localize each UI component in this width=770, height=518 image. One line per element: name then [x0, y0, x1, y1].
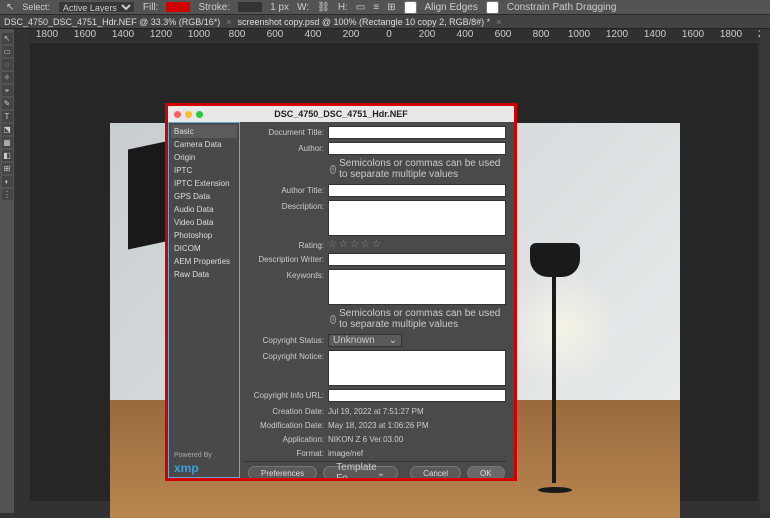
- author-label: Author:: [244, 142, 324, 153]
- doc-title-label: Document Title:: [244, 126, 324, 137]
- copyright-notice-input[interactable]: [328, 350, 506, 386]
- info-icon: i: [330, 315, 336, 324]
- xmp-logo: xmp: [171, 461, 237, 475]
- dialog-titlebar[interactable]: DSC_4750_DSC_4751_Hdr.NEF: [168, 106, 514, 122]
- chevron-down-icon: ⌄: [377, 468, 385, 479]
- description-input[interactable]: [328, 200, 506, 236]
- tool-button[interactable]: ⋮: [2, 189, 13, 200]
- tab-doc-1[interactable]: DSC_4750_DSC_4751_Hdr.NEF @ 33.3% (RGB/1…: [4, 17, 220, 27]
- align-edges-label: Align Edges: [425, 2, 478, 13]
- category-origin[interactable]: Origin: [171, 151, 237, 164]
- tool-button[interactable]: ⊞: [2, 163, 13, 174]
- category-basic[interactable]: Basic: [171, 125, 237, 138]
- copyright-status-select[interactable]: Unknown⌄: [328, 334, 402, 347]
- tool-button[interactable]: ✎: [2, 98, 13, 109]
- keywords-input[interactable]: [328, 269, 506, 305]
- tool-button[interactable]: ↖: [2, 33, 13, 44]
- copyright-status-label: Copyright Status:: [244, 334, 324, 345]
- select-label: Select:: [22, 2, 50, 12]
- category-camera-data[interactable]: Camera Data: [171, 138, 237, 151]
- fill-label: Fill:: [143, 2, 159, 13]
- fill-swatch[interactable]: [166, 2, 190, 12]
- category-audio-data[interactable]: Audio Data: [171, 203, 237, 216]
- right-panel-strip[interactable]: [760, 29, 770, 513]
- copyright-url-label: Copyright Info URL:: [244, 389, 324, 400]
- author-title-label: Author Title:: [244, 184, 324, 195]
- copyright-url-input[interactable]: [328, 389, 506, 402]
- lamp-in-image: [530, 243, 610, 493]
- move-tool-icon[interactable]: ↖: [6, 2, 14, 13]
- document-tabs: DSC_4750_DSC_4751_Hdr.NEF @ 33.3% (RGB/1…: [0, 15, 770, 29]
- rating-label: Rating:: [244, 239, 324, 250]
- link-icon[interactable]: ⛓: [317, 2, 330, 13]
- tool-button[interactable]: ◐: [2, 176, 13, 187]
- chevron-down-icon: ⌄: [389, 335, 397, 346]
- mod-date-label: Modification Date:: [244, 419, 324, 430]
- format-label: Format:: [244, 447, 324, 458]
- arrange-icon[interactable]: ⊞: [387, 2, 395, 13]
- author-hint: Semicolons or commas can be used to sepa…: [339, 158, 506, 180]
- horizontal-ruler: 1800160014001200100080060040020002004006…: [28, 29, 760, 41]
- metadata-category-list: BasicCamera DataOriginIPTCIPTC Extension…: [168, 122, 240, 478]
- keywords-label: Keywords:: [244, 269, 324, 280]
- category-aem-properties[interactable]: AEM Properties: [171, 255, 237, 268]
- ok-button[interactable]: OK: [467, 466, 505, 478]
- rating-stars[interactable]: ☆☆☆☆☆: [328, 239, 381, 250]
- category-photoshop[interactable]: Photoshop: [171, 229, 237, 242]
- category-iptc[interactable]: IPTC: [171, 164, 237, 177]
- category-iptc-extension[interactable]: IPTC Extension: [171, 177, 237, 190]
- tools-panel: ↖ ▭ ◌ ✧ ⌖ ✎ T ⬔ ▦ ◧ ⊞ ◐ ⋮: [0, 29, 14, 513]
- align-edges-checkbox[interactable]: [404, 1, 417, 14]
- constrain-label: Constrain Path Dragging: [507, 2, 617, 13]
- mod-date-value: May 18, 2023 at 1:06:26 PM: [328, 419, 506, 430]
- creation-date-label: Creation Date:: [244, 405, 324, 416]
- application-value: NIKON Z 6 Ver.03.00: [328, 433, 506, 444]
- format-value: image/nef: [328, 447, 506, 458]
- description-label: Description:: [244, 200, 324, 211]
- desc-writer-input[interactable]: [328, 253, 506, 266]
- info-icon: i: [330, 165, 336, 174]
- tool-button[interactable]: ▦: [2, 137, 13, 148]
- category-gps-data[interactable]: GPS Data: [171, 190, 237, 203]
- cancel-button[interactable]: Cancel: [410, 466, 461, 478]
- stroke-swatch[interactable]: [238, 2, 262, 12]
- metadata-form: Document Title: Author: iSemicolons or c…: [240, 122, 514, 478]
- template-button[interactable]: Template Fo… ⌄: [323, 466, 398, 478]
- doc-title-input[interactable]: [328, 126, 506, 139]
- w-label: W:: [297, 2, 309, 13]
- category-raw-data[interactable]: Raw Data: [171, 268, 237, 281]
- tool-button[interactable]: ✧: [2, 72, 13, 83]
- h-label: H:: [338, 2, 348, 13]
- keywords-hint: Semicolons or commas can be used to sepa…: [339, 308, 506, 330]
- align-icon[interactable]: ≡: [373, 2, 379, 13]
- powered-by-label: Powered By: [171, 450, 237, 461]
- tool-button[interactable]: T: [2, 111, 13, 122]
- options-bar: ↖ Select: Active Layers Fill: Stroke: 1 …: [0, 0, 770, 15]
- tab-doc-2[interactable]: screenshot copy.psd @ 100% (Rectangle 10…: [238, 17, 491, 27]
- desc-writer-label: Description Writer:: [244, 253, 324, 264]
- stroke-weight[interactable]: 1 px: [270, 2, 289, 13]
- tool-button[interactable]: ◧: [2, 150, 13, 161]
- stroke-label: Stroke:: [198, 2, 230, 13]
- preferences-button[interactable]: Preferences: [248, 466, 317, 478]
- dialog-footer: Preferences Template Fo… ⌄ Cancel OK: [244, 461, 506, 478]
- author-title-input[interactable]: [328, 184, 506, 197]
- path-ops-icon[interactable]: ▭: [356, 2, 365, 13]
- tool-button[interactable]: ▭: [2, 46, 13, 57]
- select-target-dropdown[interactable]: Active Layers: [58, 1, 135, 13]
- tool-button[interactable]: ⌖: [2, 85, 13, 96]
- application-label: Application:: [244, 433, 324, 444]
- tool-button[interactable]: ◌: [2, 59, 13, 70]
- file-info-dialog: DSC_4750_DSC_4751_Hdr.NEF BasicCamera Da…: [165, 103, 517, 481]
- dialog-title: DSC_4750_DSC_4751_Hdr.NEF: [168, 109, 514, 119]
- tool-button[interactable]: ⬔: [2, 124, 13, 135]
- copyright-notice-label: Copyright Notice:: [244, 350, 324, 361]
- author-input[interactable]: [328, 142, 506, 155]
- category-video-data[interactable]: Video Data: [171, 216, 237, 229]
- creation-date-value: Jul 19, 2022 at 7:51:27 PM: [328, 405, 506, 416]
- constrain-checkbox[interactable]: [486, 1, 499, 14]
- category-dicom[interactable]: DICOM: [171, 242, 237, 255]
